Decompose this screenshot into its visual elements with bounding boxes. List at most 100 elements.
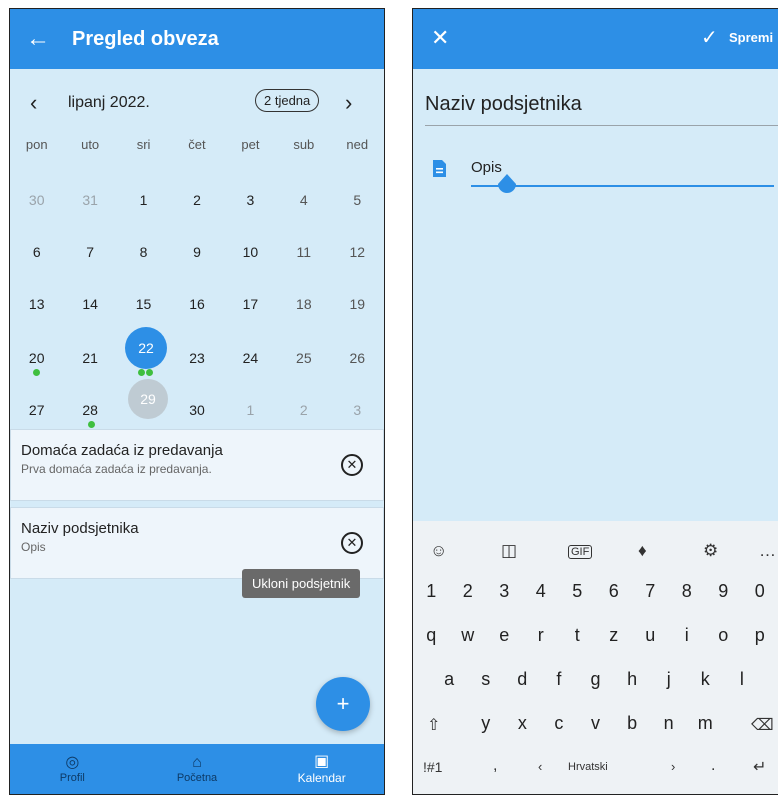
key[interactable]: o bbox=[705, 625, 742, 646]
key[interactable]: 4 bbox=[523, 581, 560, 602]
enter-icon[interactable]: ↵ bbox=[753, 757, 766, 777]
calendar-day[interactable]: 21 bbox=[63, 347, 116, 397]
sticker-icon[interactable]: ◫ bbox=[501, 541, 517, 561]
emoji-icon[interactable]: ☺ bbox=[430, 541, 447, 561]
calendar-day[interactable]: 16 bbox=[170, 293, 223, 343]
nav-item-calendar[interactable]: ▣ Kalendar bbox=[259, 744, 384, 794]
close-icon[interactable]: ✕ bbox=[431, 25, 449, 51]
calendar-day[interactable]: 1 bbox=[117, 189, 170, 239]
chevron-right-icon[interactable]: › bbox=[345, 90, 352, 116]
key[interactable]: w bbox=[450, 625, 487, 646]
space-key[interactable]: Hrvatski bbox=[568, 761, 608, 773]
key[interactable]: u bbox=[632, 625, 669, 646]
text-cursor-handle[interactable] bbox=[497, 174, 517, 198]
keyboard-row-a: a s d f g h j k l bbox=[413, 669, 778, 690]
key[interactable]: a bbox=[431, 669, 468, 690]
calendar-week: 30 31 1 2 3 4 5 bbox=[10, 189, 384, 239]
key[interactable]: f bbox=[541, 669, 578, 690]
microphone-icon[interactable]: ♦ bbox=[638, 541, 647, 561]
calendar-day[interactable]: 7 bbox=[63, 241, 116, 291]
key[interactable]: h bbox=[614, 669, 651, 690]
key[interactable]: g bbox=[577, 669, 614, 690]
chevron-right-icon[interactable]: › bbox=[671, 759, 675, 774]
key[interactable]: 2 bbox=[450, 581, 487, 602]
key[interactable]: m bbox=[687, 713, 724, 734]
more-icon[interactable]: … bbox=[759, 541, 776, 561]
key[interactable]: 7 bbox=[632, 581, 669, 602]
calendar-day[interactable]: 12 bbox=[331, 241, 384, 291]
key[interactable]: v bbox=[577, 713, 614, 734]
key[interactable]: 6 bbox=[596, 581, 633, 602]
key[interactable]: e bbox=[486, 625, 523, 646]
key[interactable]: r bbox=[523, 625, 560, 646]
key[interactable]: t bbox=[559, 625, 596, 646]
calendar-day[interactable]: 14 bbox=[63, 293, 116, 343]
remove-reminder-icon[interactable]: ✕ bbox=[341, 532, 363, 554]
calendar-format-button[interactable]: 2 tjedna bbox=[255, 89, 320, 112]
gif-icon[interactable]: GIF bbox=[568, 545, 593, 559]
key[interactable]: c bbox=[541, 713, 578, 734]
key[interactable]: 0 bbox=[742, 581, 778, 602]
nav-item-home[interactable]: ⌂ Početna bbox=[135, 744, 260, 794]
key[interactable]: y bbox=[467, 713, 504, 734]
calendar-day[interactable]: 18 bbox=[277, 293, 330, 343]
save-button[interactable]: Spremi bbox=[729, 30, 773, 45]
settings-icon[interactable]: ⚙ bbox=[703, 541, 718, 561]
key[interactable]: i bbox=[669, 625, 706, 646]
key[interactable]: n bbox=[650, 713, 687, 734]
key[interactable]: s bbox=[467, 669, 504, 690]
comma-key[interactable]: , bbox=[493, 757, 497, 775]
remove-reminder-icon[interactable]: ✕ bbox=[341, 454, 363, 476]
calendar-week: 6 7 8 9 10 11 12 bbox=[10, 241, 384, 291]
selected-day[interactable]: 22 bbox=[125, 327, 167, 369]
calendar-day[interactable]: 23 bbox=[170, 347, 223, 397]
calendar-day[interactable]: 26 bbox=[331, 347, 384, 397]
period-key[interactable]: . bbox=[711, 757, 715, 775]
key[interactable]: 5 bbox=[559, 581, 596, 602]
key[interactable]: 3 bbox=[486, 581, 523, 602]
key[interactable]: b bbox=[614, 713, 651, 734]
calendar-day[interactable]: 19 bbox=[331, 293, 384, 343]
calendar-day[interactable]: 8 bbox=[117, 241, 170, 291]
calendar-day[interactable]: 10 bbox=[224, 241, 277, 291]
calendar-day[interactable]: 17 bbox=[224, 293, 277, 343]
calendar-day[interactable]: 4 bbox=[277, 189, 330, 239]
key[interactable]: l bbox=[724, 669, 761, 690]
bottom-navigation: ◎ Profil ⌂ Početna ▣ Kalendar bbox=[10, 744, 384, 794]
symbols-key[interactable]: !#1 bbox=[423, 759, 442, 775]
weekday-label: sub bbox=[293, 137, 315, 152]
calendar-day[interactable]: 11 bbox=[277, 241, 330, 291]
arrow-left-icon[interactable]: ← bbox=[10, 25, 66, 53]
calendar-day[interactable]: 6 bbox=[10, 241, 63, 291]
key[interactable]: 1 bbox=[413, 581, 450, 602]
key[interactable]: q bbox=[413, 625, 450, 646]
key[interactable]: 8 bbox=[669, 581, 706, 602]
nav-item-profile[interactable]: ◎ Profil bbox=[10, 744, 135, 794]
calendar-day[interactable]: 3 bbox=[224, 189, 277, 239]
calendar-day[interactable]: 5 bbox=[331, 189, 384, 239]
backspace-icon[interactable]: ⌫ bbox=[751, 715, 774, 735]
key[interactable]: z bbox=[596, 625, 633, 646]
keyboard-row-q: q w e r t z u i o p bbox=[413, 625, 778, 646]
reminder-title-input[interactable]: Naziv podsjetnika bbox=[425, 93, 582, 116]
calendar-day[interactable]: 24 bbox=[224, 347, 277, 397]
today-day[interactable]: 29 bbox=[128, 379, 168, 419]
calendar-day[interactable]: 30 bbox=[10, 189, 63, 239]
event-subtitle: Opis bbox=[21, 540, 46, 554]
event-card[interactable]: Domaća zadaća iz predavanja Prva domaća … bbox=[10, 429, 384, 501]
calendar-day[interactable]: 2 bbox=[170, 189, 223, 239]
key[interactable]: d bbox=[504, 669, 541, 690]
key[interactable]: k bbox=[687, 669, 724, 690]
checkmark-icon[interactable]: ✓ bbox=[701, 25, 718, 50]
add-event-button[interactable]: + bbox=[316, 677, 370, 731]
calendar-day[interactable]: 25 bbox=[277, 347, 330, 397]
key[interactable]: p bbox=[742, 625, 778, 646]
chevron-left-icon[interactable]: ‹ bbox=[538, 759, 542, 774]
calendar-day[interactable]: 13 bbox=[10, 293, 63, 343]
key[interactable]: j bbox=[650, 669, 687, 690]
key[interactable]: 9 bbox=[705, 581, 742, 602]
calendar-day[interactable]: 31 bbox=[63, 189, 116, 239]
key[interactable]: x bbox=[504, 713, 541, 734]
chevron-left-icon[interactable]: ‹ bbox=[30, 90, 37, 116]
calendar-day[interactable]: 9 bbox=[170, 241, 223, 291]
